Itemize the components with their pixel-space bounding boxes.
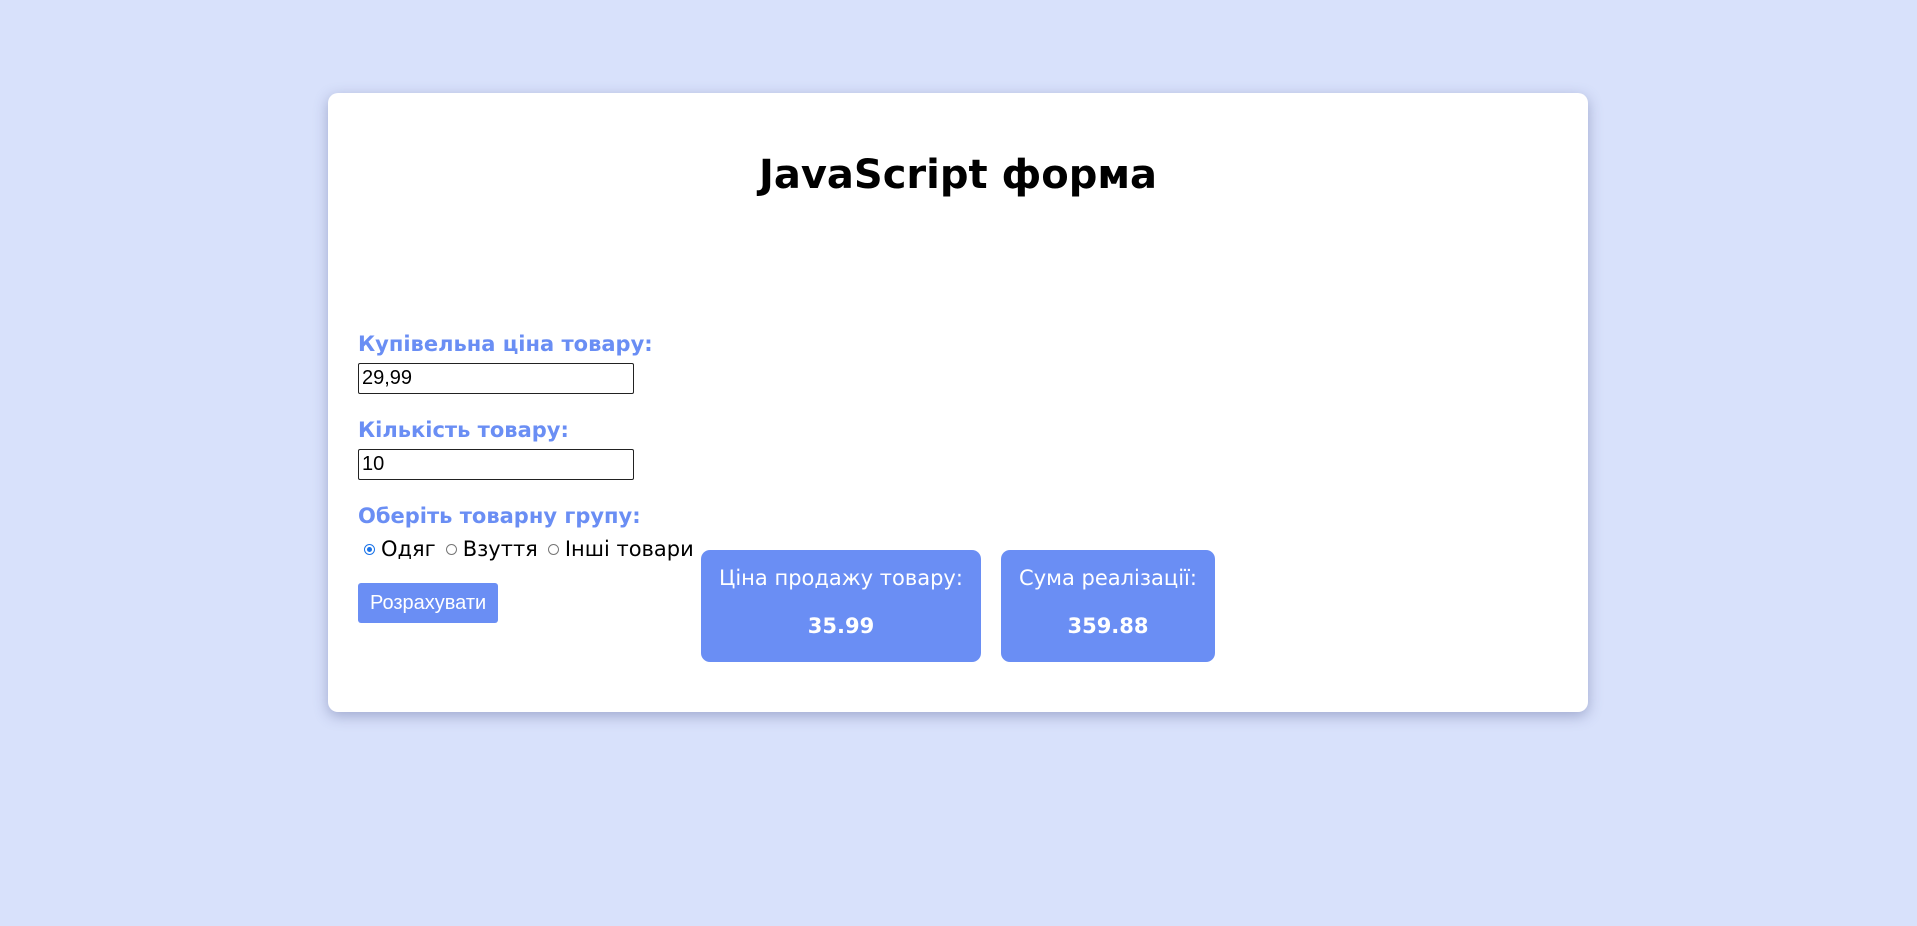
form-card: JavaScript форма Купівельна ціна товару:… <box>328 93 1588 712</box>
total-sales-result: Сума реалізації: 359.88 <box>1001 550 1215 662</box>
total-sales-title: Сума реалізації: <box>1019 566 1197 590</box>
product-group-label: Оберіть товарну групу: <box>358 504 641 528</box>
price-input[interactable] <box>358 363 634 394</box>
sale-price-value: 35.99 <box>807 614 875 638</box>
page-title: JavaScript форма <box>758 152 1158 198</box>
price-field-group: Купівельна ціна товару: <box>358 334 653 394</box>
sale-price-title: Ціна продажу товару: <box>719 566 963 590</box>
price-label: Купівельна ціна товару: <box>358 332 653 356</box>
quantity-field-group: Кількість товару: <box>358 420 634 480</box>
quantity-label: Кількість товару: <box>358 418 569 442</box>
results-area: Ціна продажу товару: 35.99 Сума реалізац… <box>328 550 1588 662</box>
quantity-input[interactable] <box>358 449 634 480</box>
total-sales-value: 359.88 <box>1067 614 1149 638</box>
sale-price-result: Ціна продажу товару: 35.99 <box>701 550 981 662</box>
